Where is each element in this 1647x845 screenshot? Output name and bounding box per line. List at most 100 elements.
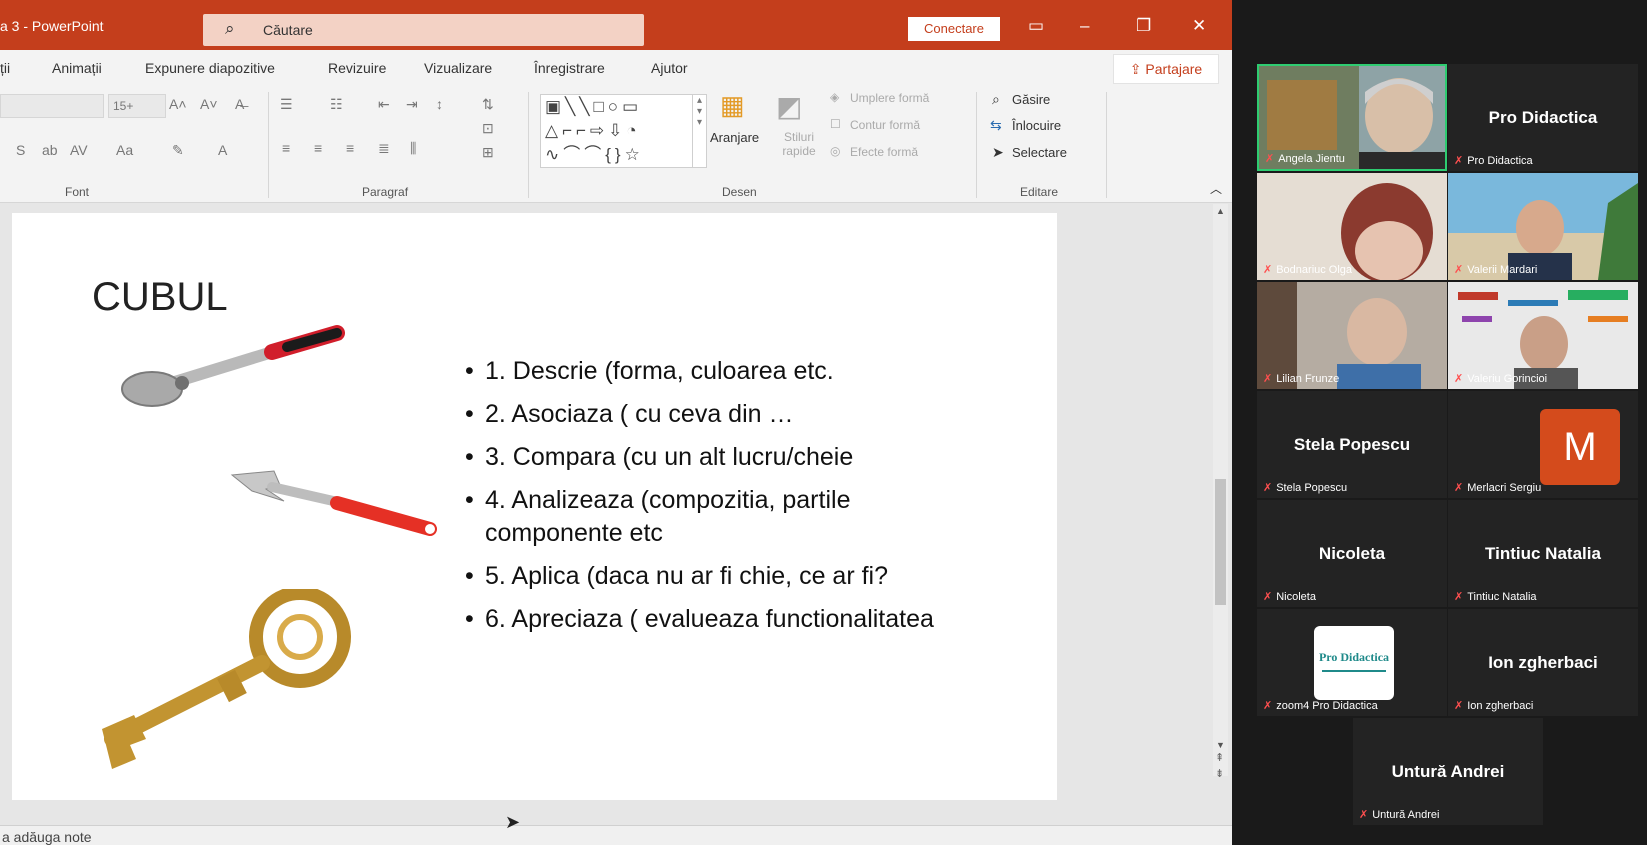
connect-button[interactable]: Conectare [908,17,1000,41]
replace-button[interactable]: Înlocuire [1012,118,1061,133]
line-spacing-icon[interactable]: ↕ [436,96,443,112]
bullet-item: 6. Apreciaza ( evalueaza functionalitate… [465,603,965,636]
slide-title[interactable]: CUBUL [92,275,228,320]
decrease-indent-icon[interactable]: ⇤ [378,96,390,113]
strikethrough-icon[interactable]: S [16,142,25,158]
participant-tile[interactable]: Tintiuc Natalia ✗ Tintiuc Natalia [1448,500,1638,607]
participant-tile[interactable]: M ✗ Merlacri Sergiu [1448,391,1638,498]
mic-muted-icon: ✗ [1263,700,1273,712]
shape-fill-icon[interactable]: ◈ [830,90,839,104]
participant-tile[interactable]: Nicoleta ✗ Nicoleta [1257,500,1447,607]
arrange-button[interactable]: Aranjare [710,130,759,145]
mic-muted-icon: ✗ [1454,264,1464,276]
columns-icon[interactable]: ⫼ [410,140,416,157]
close-icon[interactable]: ✕ [1192,16,1206,36]
scrollbar-thumb[interactable] [1215,479,1226,605]
mic-muted-icon: ✗ [1263,591,1273,603]
font-size-select[interactable]: 15+ [108,94,166,118]
justify-icon[interactable]: ≣ [378,140,390,157]
change-case-icon[interactable]: Aa [116,142,133,158]
tab-tranzitii[interactable]: ții [0,60,10,76]
group-label-paragraph: Paragraf [362,185,409,199]
shapes-gallery[interactable]: ▣╲╲□○▭ △⌐⌐⇨⇩◔ ∿⌒⌒{}☆ [540,94,694,168]
participant-display-name: Ion zgherbaci [1488,653,1598,672]
select-icon[interactable]: ➤ [992,144,1004,161]
replace-icon[interactable]: ⇆ [990,117,1002,134]
participant-tile[interactable]: ✗ Bodnariuc Olga [1257,173,1447,280]
char-spacing-icon[interactable]: AV [70,142,88,158]
slide-canvas[interactable]: CUBUL 1. Descrie (forma, culoarea etc. [12,213,1057,800]
scroll-down-icon[interactable]: ▼ [1216,740,1225,750]
share-icon: ⇪ [1129,61,1146,77]
participant-tile[interactable]: Ion zgherbaci ✗ Ion zgherbaci [1448,609,1638,716]
smartart-icon[interactable]: ⊞ [482,144,494,161]
participant-tile[interactable]: Untură Andrei ✗ Untură Andrei [1353,718,1543,825]
numbering-icon[interactable]: ☷ [330,96,343,113]
share-button[interactable]: ⇪ Partajare [1113,54,1219,84]
font-family-select[interactable] [0,94,104,118]
search-box[interactable]: ⌕ Căutare [203,14,644,46]
prev-next-slide-icons[interactable]: ⇞ ⇟ [1215,750,1224,782]
find-button[interactable]: Găsire [1012,92,1050,107]
font-color-icon[interactable]: A [218,142,227,158]
mic-muted-icon: ✗ [1454,155,1464,167]
bullet-item: 2. Asociaza ( cu ceva din … [465,398,965,431]
shape-effects-button[interactable]: Efecte formă [850,145,918,159]
shapes-gallery-scroll[interactable]: ▴ ▾ ▾ [692,94,707,168]
bullet-list[interactable]: 1. Descrie (forma, culoarea etc. 2. Asoc… [465,355,965,646]
participant-tile[interactable]: ✗ Lilian Frunze [1257,282,1447,389]
shape-effects-icon[interactable]: ◎ [830,144,840,158]
tab-inregistrare[interactable]: Înregistrare [534,60,605,76]
restore-icon[interactable]: ❐ [1136,16,1151,36]
shape-fill-button[interactable]: Umplere formă [850,91,929,105]
tab-vizualizare[interactable]: Vizualizare [424,60,492,76]
participant-tile[interactable]: Pro Didactica ✗ Pro Didactica [1448,64,1638,171]
scroll-up-icon[interactable]: ▲ [1216,206,1225,216]
participant-tile[interactable]: Pro Didactica ✗ zoom4 Pro Didactica [1257,609,1447,716]
clear-format-icon[interactable]: A̶ [235,96,244,112]
text-direction-icon[interactable]: ⇅ [482,96,494,113]
participant-tile[interactable]: Stela Popescu ✗ Stela Popescu [1257,391,1447,498]
grow-font-icon[interactable]: A˄ [169,96,187,112]
abc-strike-icon[interactable]: ab [42,142,58,158]
notes-placeholder: a adăuga note [2,829,92,845]
find-icon[interactable]: ⌕ [992,91,1000,108]
tab-revizuire[interactable]: Revizuire [328,60,386,76]
quick-styles-button[interactable]: Stiluri rapide [774,130,824,158]
align-text-icon[interactable]: ⊡ [482,120,494,137]
collapse-ribbon-icon[interactable]: ︿ [1210,180,1222,197]
participant-name-label: ✗ Bodnariuc Olga [1263,264,1353,276]
shape-outline-icon[interactable]: ☐ [830,117,841,131]
mic-muted-icon: ✗ [1359,809,1369,821]
shape-outline-button[interactable]: Contur formă [850,118,920,132]
pro-didactica-logo: Pro Didactica [1314,626,1394,700]
participant-tile[interactable]: ✗ Valerii Mardari [1448,173,1638,280]
minimize-icon[interactable]: – [1080,16,1089,36]
ribbon: 15+ A˄ A˅ A̶ S ab AV Aa ✎ A Font ☰ ☷ ⇤ ⇥… [0,86,1232,203]
mic-muted-icon: ✗ [1454,373,1464,385]
tab-expunere[interactable]: Expunere diapozitive [145,60,275,76]
participant-avatar: M [1540,409,1620,485]
bullet-item: 1. Descrie (forma, culoarea etc. [465,355,965,388]
ribbon-divider [268,92,269,198]
increase-indent-icon[interactable]: ⇥ [406,96,418,113]
notes-pane[interactable]: a adăuga note [0,825,1232,845]
align-center-icon[interactable]: ≡ [314,140,322,156]
adjustable-wrench-image [230,470,437,536]
tab-ajutor[interactable]: Ajutor [651,60,688,76]
zoom-gallery-panel: ✗ Angela Jientu Pro Didactica ✗ Pro Didact… [1232,0,1647,845]
participant-tile[interactable]: ✗ Angela Jientu [1257,64,1447,171]
shrink-font-icon[interactable]: A˅ [200,96,218,112]
align-left-icon[interactable]: ≡ [282,140,290,156]
ribbon-display-icon[interactable]: ▭ [1028,16,1044,36]
select-button[interactable]: Selectare [1012,145,1067,160]
bullets-icon[interactable]: ☰ [280,96,293,113]
participant-tile[interactable]: ✗ Valeriu Gorincioi [1448,282,1638,389]
align-right-icon[interactable]: ≡ [346,140,354,156]
quick-styles-icon[interactable]: ◩ [776,90,802,123]
arrange-icon[interactable]: ▦ [720,90,745,121]
tab-animatii[interactable]: Animații [52,60,102,76]
vertical-scrollbar[interactable]: ▲ ▼ [1213,204,1228,776]
highlight-icon[interactable]: ✎ [172,142,184,159]
mic-muted-icon: ✗ [1454,482,1464,494]
